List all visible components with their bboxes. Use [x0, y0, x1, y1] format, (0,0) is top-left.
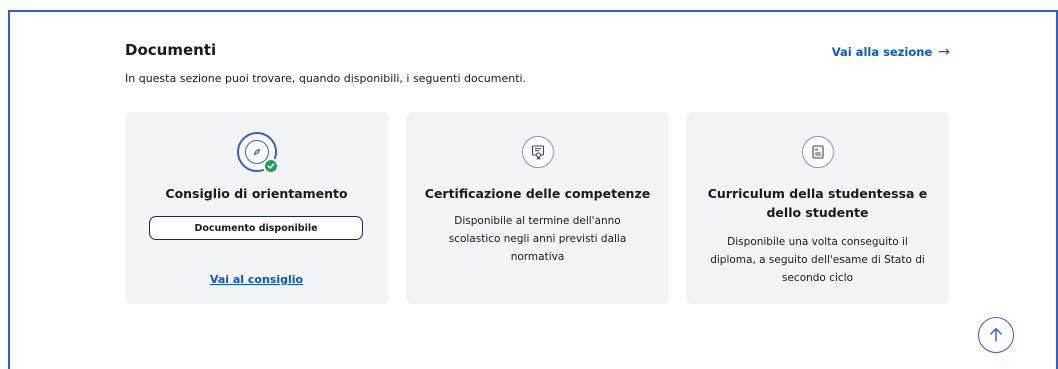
check-icon [262, 158, 279, 174]
section-title: Documenti [125, 41, 217, 59]
document-list-icon [801, 136, 834, 168]
arrow-up-icon [990, 328, 1002, 342]
document-available-button[interactable]: Documento disponibile [149, 216, 363, 240]
card-description: Disponibile una volta conseguito il dipl… [710, 236, 925, 284]
card-title: Consiglio di orientamento [165, 186, 348, 201]
section-subtitle: In questa sezione puoi trovare, quando d… [125, 72, 527, 85]
card-title: Curriculum della studentessa e dello stu… [707, 186, 928, 220]
compass-icon [236, 132, 279, 174]
arrow-right-icon: → [938, 44, 950, 60]
go-to-advice-link[interactable]: Vai al consiglio [125, 273, 388, 286]
card-description: Disponibile al termine dell'anno scolast… [448, 215, 627, 263]
card-curriculum-studente: Curriculum della studentessa e dello stu… [686, 112, 949, 304]
card-certificazione-competenze: Certificazione delle competenze Disponib… [406, 112, 669, 304]
card-consiglio-orientamento: Consiglio di orientamento Documento disp… [125, 112, 388, 304]
back-to-top-button[interactable] [978, 317, 1014, 353]
certificate-icon [521, 136, 554, 168]
card-title: Certificazione delle competenze [424, 186, 651, 201]
go-to-section-label: Vai alla sezione [831, 45, 933, 59]
go-to-section-link[interactable]: Vai alla sezione → [832, 44, 950, 60]
